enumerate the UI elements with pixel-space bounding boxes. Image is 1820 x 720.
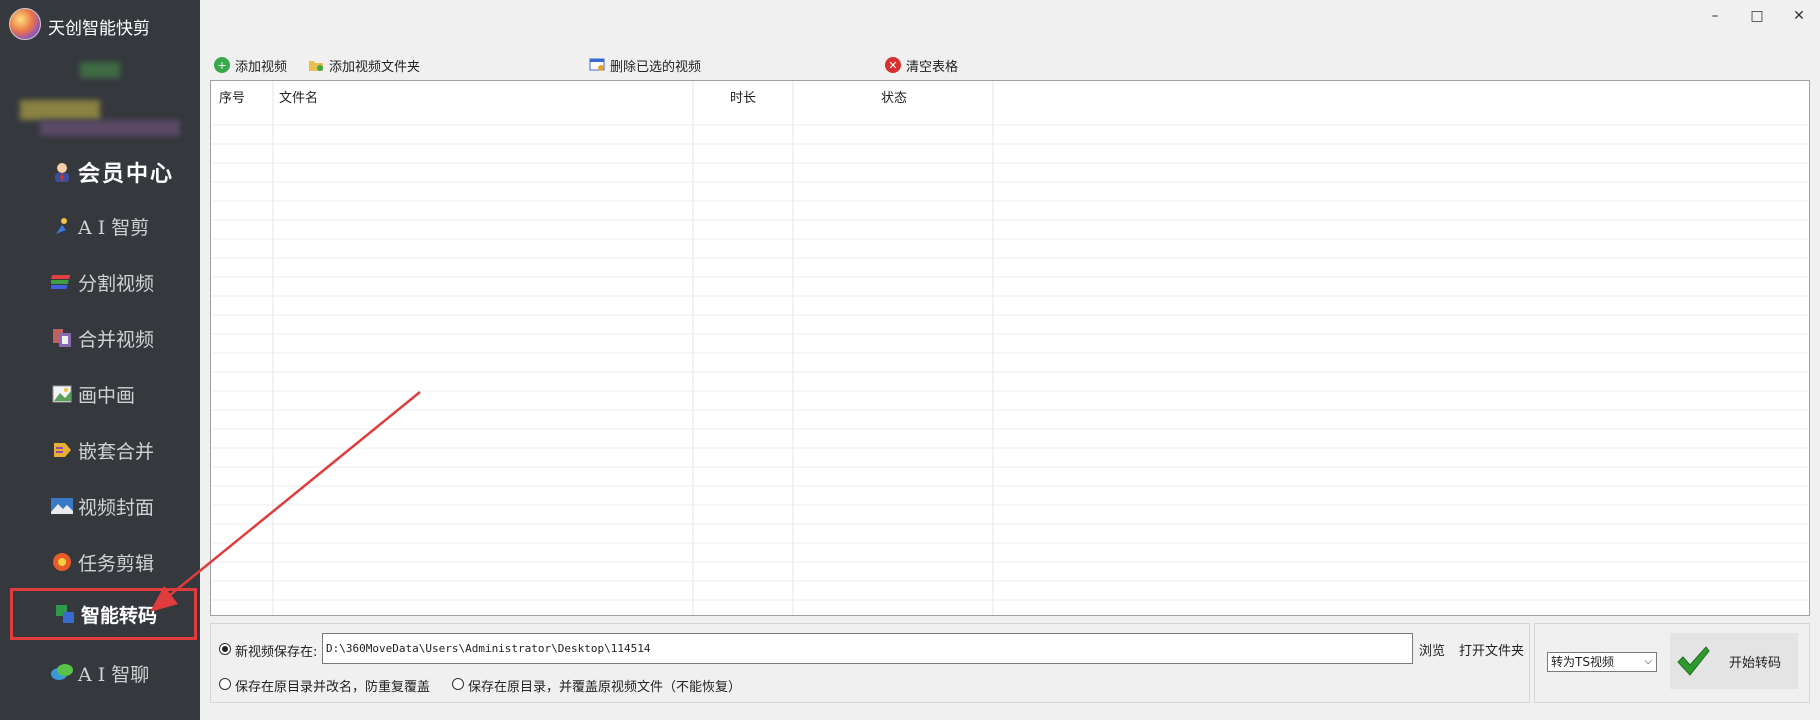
open-folder-button[interactable]: 打开文件夹 xyxy=(1455,638,1528,660)
blurred-user-info xyxy=(40,120,180,136)
app-logo xyxy=(9,8,41,40)
blurred-user-info xyxy=(80,62,120,78)
save-path-input[interactable]: D:\360MoveData\Users\Administrator\Deskt… xyxy=(322,633,1413,664)
column-header-duration[interactable]: 时长 xyxy=(730,87,756,106)
member-center-button[interactable]: 会员中心 xyxy=(10,146,197,198)
member-avatar-icon xyxy=(50,161,74,183)
clear-table-button[interactable]: ✕ 清空表格 xyxy=(882,54,961,76)
column-header-index[interactable]: 序号 xyxy=(219,87,245,106)
clear-x-icon: ✕ xyxy=(885,57,901,73)
chat-bubbles-icon xyxy=(50,662,74,684)
folder-add-icon xyxy=(308,57,324,73)
rename-in-place-label: 保存在原目录并改名，防重复覆盖 xyxy=(235,680,431,695)
green-check-icon xyxy=(1675,643,1711,679)
member-center-label: 会员中心 xyxy=(78,161,175,187)
start-transcode-button[interactable]: 开始转码 xyxy=(1670,633,1798,689)
app-title: 天创智能快剪 xyxy=(48,19,150,39)
column-header-filename[interactable]: 文件名 xyxy=(279,87,318,106)
browse-button[interactable]: 浏览 xyxy=(1415,638,1449,660)
start-transcode-label: 开始转码 xyxy=(1729,655,1782,671)
merge-frames-icon xyxy=(50,327,74,349)
overwrite-in-place-label: 保存在原目录，并覆盖原视频文件（不能恢复） xyxy=(468,680,742,695)
picture-in-picture-icon xyxy=(50,383,74,405)
maximize-button[interactable]: □ xyxy=(1744,6,1770,26)
transcode-icon xyxy=(53,603,77,625)
delete-list-icon xyxy=(589,57,605,73)
sidebar-item-video-cover[interactable]: 视频封面 xyxy=(10,480,197,532)
new-location-radio[interactable] xyxy=(219,643,231,655)
video-table[interactable]: 序号 文件名 时长 状态 xyxy=(210,80,1810,616)
plus-circle-icon: + xyxy=(214,57,230,73)
sidebar-item-nested-merge[interactable]: 嵌套合并 xyxy=(10,424,197,476)
nested-tag-icon xyxy=(50,439,74,461)
format-select[interactable]: 转为TS视频 ⌵ xyxy=(1547,652,1657,672)
stack-layers-icon xyxy=(50,271,74,293)
sidebar-item-task-edit[interactable]: 任务剪辑 xyxy=(10,536,197,588)
column-header-status[interactable]: 状态 xyxy=(881,87,907,106)
minimize-button[interactable]: – xyxy=(1702,6,1728,26)
blurred-user-info xyxy=(20,100,100,120)
close-button[interactable]: ✕ xyxy=(1786,6,1812,26)
sidebar-item-merge-video[interactable]: 合并视频 xyxy=(10,312,197,364)
chevron-down-icon: ⌵ xyxy=(1644,656,1652,667)
landscape-image-icon xyxy=(50,495,74,517)
sidebar-item-ai-edit[interactable]: A I 智剪 xyxy=(10,200,197,252)
sidebar-item-picture-in-picture[interactable]: 画中画 xyxy=(10,368,197,420)
add-folder-button[interactable]: 添加视频文件夹 xyxy=(305,54,423,76)
rename-in-place-radio[interactable] xyxy=(219,678,231,690)
table-grid-lines xyxy=(211,81,1809,615)
person-scissor-icon xyxy=(50,215,74,237)
sidebar: 天创智能快剪 会员中心 A I 智剪 分割视频 合并视频 画中画 嵌套合并 视频… xyxy=(0,0,200,720)
new-location-label: 新视频保存在: xyxy=(235,645,318,660)
add-video-button[interactable]: + 添加视频 xyxy=(211,54,290,76)
flower-gear-icon xyxy=(50,551,74,573)
delete-selected-button[interactable]: 删除已选的视频 xyxy=(586,54,704,76)
format-select-value: 转为TS视频 xyxy=(1551,655,1614,669)
sidebar-item-split-video[interactable]: 分割视频 xyxy=(10,256,197,308)
overwrite-in-place-radio[interactable] xyxy=(452,678,464,690)
sidebar-item-smart-transcode[interactable]: 智能转码 xyxy=(10,588,197,640)
sidebar-item-ai-chat[interactable]: A I 智聊 xyxy=(10,647,197,699)
